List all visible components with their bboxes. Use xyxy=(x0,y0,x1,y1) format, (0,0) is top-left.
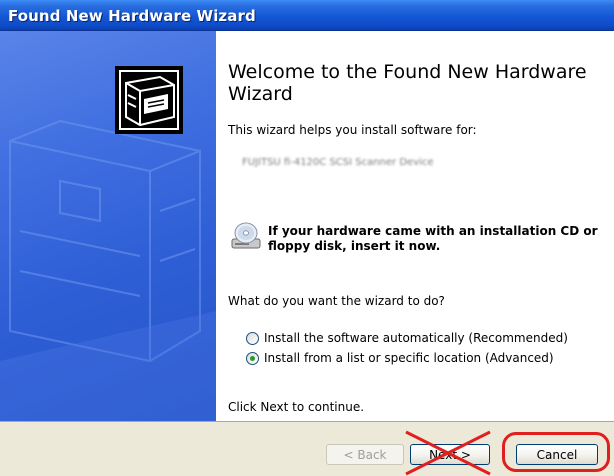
question-text: What do you want the wizard to do? xyxy=(228,294,445,308)
continue-text: Click Next to continue. xyxy=(228,400,365,414)
option-install-from-list[interactable]: Install from a list or specific location… xyxy=(246,349,554,367)
radio-install-from-list[interactable] xyxy=(246,351,259,365)
back-button[interactable]: < Back xyxy=(326,444,404,465)
option-label: Install the software automatically (Reco… xyxy=(264,331,568,345)
wizard-content: Welcome to the Found New Hardware Wizard… xyxy=(216,31,614,421)
intro-text: This wizard helps you install software f… xyxy=(228,123,477,137)
device-name: FUJITSU fi-4120C SCSI Scanner Device xyxy=(242,157,434,168)
cd-drive-icon xyxy=(231,222,261,249)
window-title: Found New Hardware Wizard xyxy=(8,7,256,25)
wizard-side-panel xyxy=(0,31,216,421)
cd-prompt: If your hardware came with an installati… xyxy=(268,224,598,253)
wizard-window: Found New Hardware Wizard Welcome to the… xyxy=(0,0,614,476)
option-install-automatically[interactable]: Install the software automatically (Reco… xyxy=(246,329,568,347)
cancel-button[interactable]: Cancel xyxy=(516,444,598,465)
page-title: Welcome to the Found New Hardware Wizard xyxy=(228,61,587,105)
next-button[interactable]: Next > xyxy=(410,444,490,465)
button-bar: < Back Next > Cancel xyxy=(0,421,614,476)
title-bar[interactable]: Found New Hardware Wizard xyxy=(0,0,614,31)
option-label: Install from a list or specific location… xyxy=(264,351,554,365)
radio-install-automatically[interactable] xyxy=(246,331,259,345)
hardware-card-icon xyxy=(115,66,183,134)
